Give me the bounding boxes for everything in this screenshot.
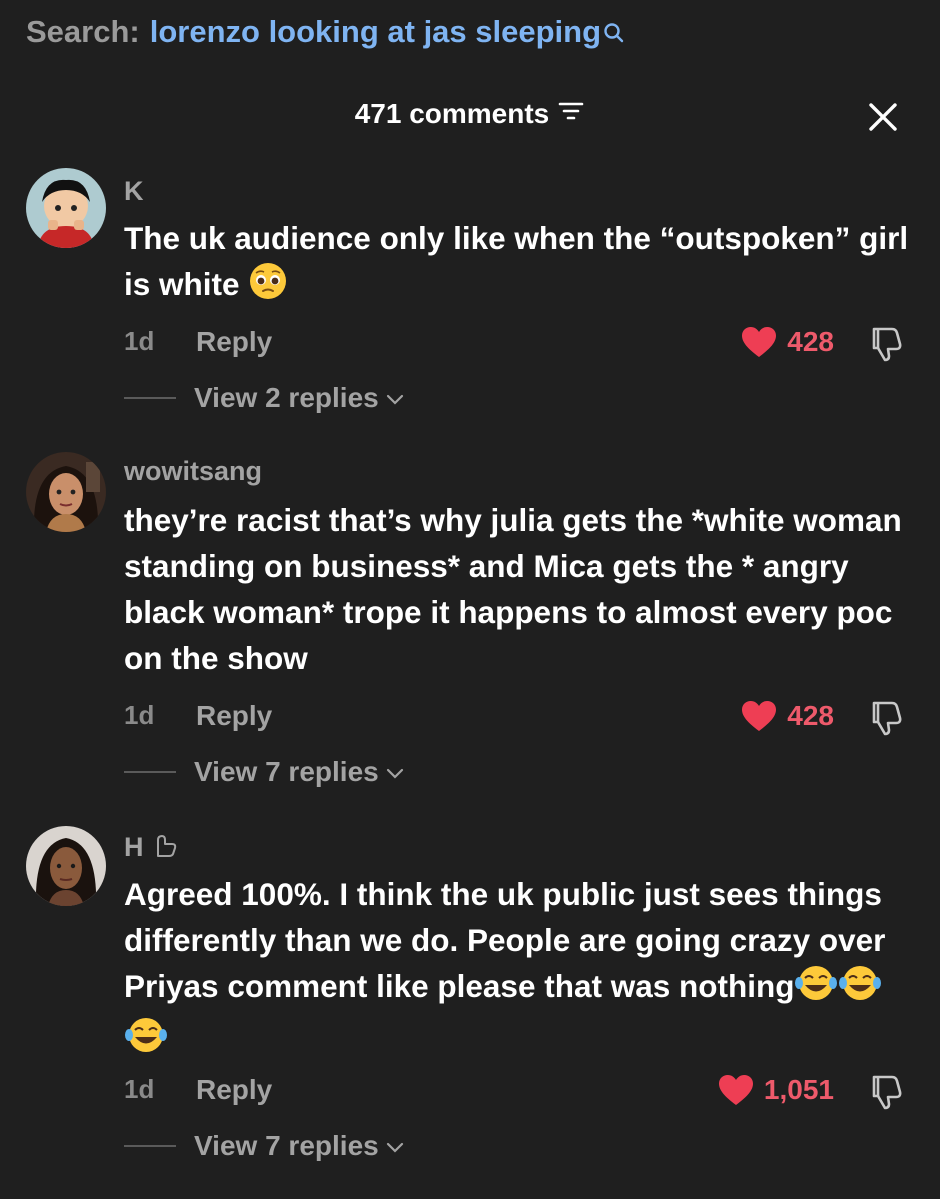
reply-button[interactable]: Reply (196, 326, 272, 358)
comment-meta: 1d Reply 428 (0, 700, 940, 740)
search-icon[interactable] (603, 16, 625, 52)
heart-icon (742, 701, 777, 731)
tears-of-joy-emoji (794, 963, 838, 1015)
like-count: 1,051 (763, 1074, 834, 1105)
chevron-down-icon (386, 768, 403, 779)
comment-count-row[interactable]: 471 comments (0, 98, 940, 130)
reply-button[interactable]: Reply (196, 1074, 272, 1106)
comment-username[interactable]: H (124, 830, 180, 865)
comments-screen: Search: lorenzo looking at jas sleeping … (0, 0, 940, 1199)
close-icon[interactable] (866, 100, 900, 139)
comments-header: 471 comments (0, 98, 940, 138)
dislike-icon[interactable] (866, 1074, 904, 1115)
comment-time: 1d (124, 1074, 155, 1104)
like-button[interactable]: 428 (741, 326, 834, 358)
view-replies-button[interactable]: View 2 replies (124, 382, 405, 414)
like-count: 428 (787, 700, 834, 731)
avatar[interactable] (26, 452, 106, 532)
author-liked-icon (152, 830, 180, 865)
heart-icon (742, 327, 777, 357)
comment-meta: 1d Reply 1,051 (0, 1074, 940, 1114)
comment-text: The uk audience only like when the “outs… (124, 215, 914, 313)
comment-username[interactable]: wowitsang (124, 456, 262, 487)
view-replies-label: View 7 replies (194, 756, 379, 787)
replies-divider (124, 397, 176, 399)
replies-divider (124, 1145, 176, 1147)
avatar[interactable] (26, 826, 106, 906)
avatar[interactable] (26, 168, 106, 248)
comment-meta: 1d Reply 428 (0, 326, 940, 366)
search-query-link[interactable]: lorenzo looking at jas sleeping (150, 14, 601, 50)
comment-username[interactable]: K (124, 176, 144, 207)
comment-count: 471 comments (354, 98, 550, 129)
view-replies-button[interactable]: View 7 replies (124, 1130, 405, 1162)
comment-time: 1d (124, 326, 155, 356)
search-suggestion[interactable]: Search: lorenzo looking at jas sleeping (26, 14, 625, 52)
tears-of-joy-emoji (838, 963, 882, 1015)
comment-text: Agreed 100%. I think the uk public just … (124, 871, 914, 1067)
dislike-icon[interactable] (866, 326, 904, 367)
search-prefix: Search: (26, 14, 140, 49)
comment-text: they’re racist that’s why julia gets the… (124, 502, 902, 676)
like-button[interactable]: 1,051 (718, 1074, 834, 1106)
chevron-down-icon (386, 394, 403, 405)
reply-button[interactable]: Reply (196, 700, 272, 732)
view-replies-label: View 2 replies (194, 382, 379, 413)
pleading-face-emoji (248, 261, 288, 313)
chevron-down-icon (386, 1142, 403, 1153)
replies-divider (124, 771, 176, 773)
like-count: 428 (787, 326, 834, 357)
tears-of-joy-emoji (124, 1015, 168, 1067)
heart-icon (718, 1075, 753, 1105)
view-replies-label: View 7 replies (194, 1130, 379, 1161)
comment-time: 1d (124, 700, 155, 730)
view-replies-button[interactable]: View 7 replies (124, 756, 405, 788)
dislike-icon[interactable] (866, 700, 904, 741)
like-button[interactable]: 428 (741, 700, 834, 732)
sort-icon[interactable] (557, 98, 585, 130)
